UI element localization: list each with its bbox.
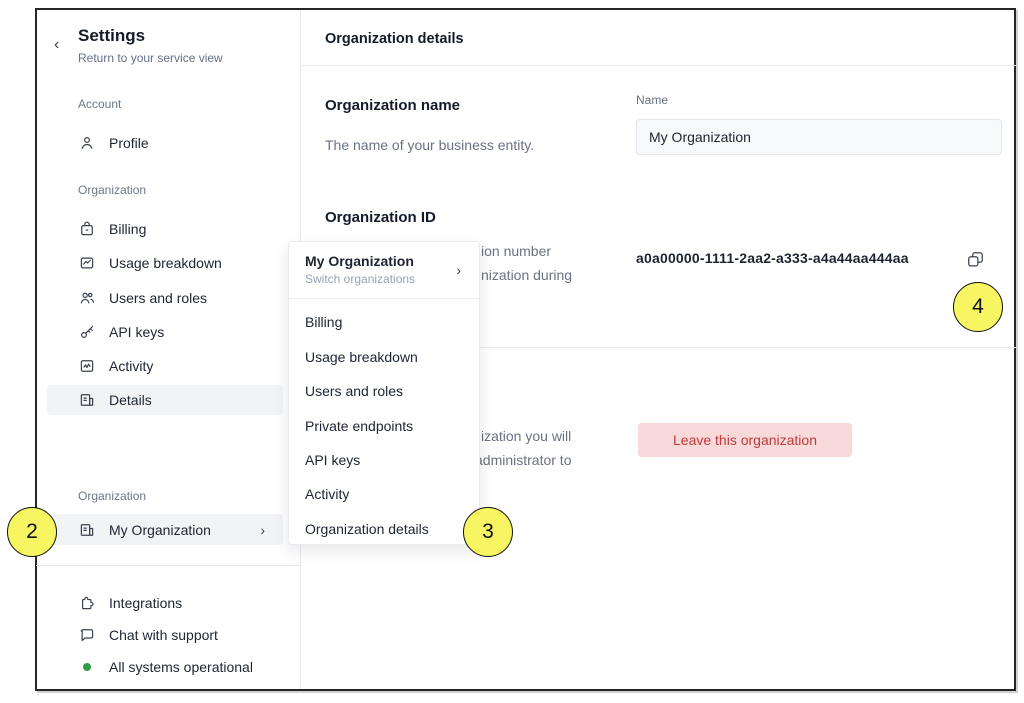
main-header-divider [301, 65, 1016, 66]
sidebar-item-label: Profile [109, 135, 149, 151]
sidebar-item-label: API keys [109, 324, 164, 340]
chart-icon [78, 254, 96, 272]
sidebar-item-label: Details [109, 392, 152, 408]
sidebar-item-api-keys[interactable]: API keys [47, 317, 283, 347]
org-id-value: a0a00000-1111-2aa2-a333-a4a44aa444aa [636, 250, 909, 266]
sidebar-item-activity[interactable]: Activity [47, 351, 283, 381]
sidebar-item-system-status[interactable]: All systems operational [47, 652, 283, 682]
callout-badge-4: 4 [953, 282, 1003, 332]
page-title: Settings [78, 26, 145, 46]
sidebar-item-label: Chat with support [109, 627, 218, 643]
section-label-organization: Organization [78, 183, 146, 197]
org-id-description-fragment: ion number [481, 243, 551, 259]
dropdown-org-name[interactable]: My Organization [305, 253, 414, 269]
key-icon [78, 323, 96, 341]
building-icon [78, 521, 96, 539]
section-label-organization-2: Organization [78, 489, 146, 503]
sidebar-item-label: My Organization [109, 522, 211, 538]
sidebar-divider [36, 565, 300, 566]
activity-icon [78, 357, 96, 375]
main-header-title: Organization details [325, 31, 464, 47]
dropdown-item-organization-details[interactable]: Organization details [305, 521, 429, 541]
copy-icon[interactable] [964, 248, 986, 270]
dropdown-item-users-and-roles[interactable]: Users and roles [305, 383, 403, 403]
section-label-account: Account [78, 97, 121, 111]
org-id-title: Organization ID [325, 209, 436, 226]
sidebar-item-label: Integrations [109, 595, 182, 611]
callout-badge-2: 2 [7, 507, 57, 557]
user-icon [78, 134, 96, 152]
users-icon [78, 289, 96, 307]
sidebar-item-profile[interactable]: Profile [47, 128, 283, 158]
leave-description-fragment: ization you will [481, 428, 571, 444]
dropdown-org-subtitle: Switch organizations [305, 272, 415, 286]
page-subtitle: Return to your service view [78, 51, 223, 65]
callout-badge-3: 3 [463, 507, 513, 557]
sidebar-item-chat-with-support[interactable]: Chat with support [47, 620, 283, 650]
status-dot-icon [78, 658, 96, 676]
dropdown-item-activity[interactable]: Activity [305, 486, 349, 506]
chevron-right-icon: › [456, 262, 461, 278]
wallet-icon [78, 220, 96, 238]
sidebar-item-label: Usage breakdown [109, 255, 222, 271]
building-icon [78, 391, 96, 409]
sidebar-item-billing[interactable]: Billing [47, 214, 283, 244]
org-name-input[interactable] [636, 119, 1002, 155]
sidebar-item-details[interactable]: Details [47, 385, 283, 415]
screenshot-canvas: ‹ Settings Return to your service view A… [0, 0, 1024, 703]
sidebar-item-label: Users and roles [109, 290, 207, 306]
dropdown-item-billing[interactable]: Billing [305, 314, 342, 334]
sidebar-item-usage-breakdown[interactable]: Usage breakdown [47, 248, 283, 278]
sidebar-item-integrations[interactable]: Integrations [47, 588, 283, 618]
leave-organization-button[interactable]: Leave this organization [638, 423, 852, 457]
name-field-label: Name [636, 93, 668, 107]
org-name-description: The name of your business entity. [325, 137, 534, 153]
organization-switcher-dropdown: My Organization Switch organizations › B… [288, 241, 480, 545]
sidebar-item-label: Activity [109, 358, 153, 374]
org-name-title: Organization name [325, 97, 460, 114]
dropdown-divider [289, 298, 479, 299]
chat-icon [78, 626, 96, 644]
chevron-right-icon: › [260, 522, 265, 538]
back-chevron-icon[interactable]: ‹ [54, 36, 59, 54]
sidebar-item-label: Billing [109, 221, 146, 237]
leave-description-fragment: administrator to [475, 452, 571, 468]
sidebar-item-my-organization[interactable]: My Organization › [47, 514, 283, 545]
puzzle-icon [78, 594, 96, 612]
sidebar-item-users-and-roles[interactable]: Users and roles [47, 283, 283, 313]
dropdown-item-api-keys[interactable]: API keys [305, 452, 360, 472]
org-id-description-fragment: nization during [481, 267, 572, 283]
dropdown-item-usage-breakdown[interactable]: Usage breakdown [305, 349, 418, 369]
sidebar-item-label: All systems operational [109, 659, 253, 675]
dropdown-item-private-endpoints[interactable]: Private endpoints [305, 418, 413, 438]
